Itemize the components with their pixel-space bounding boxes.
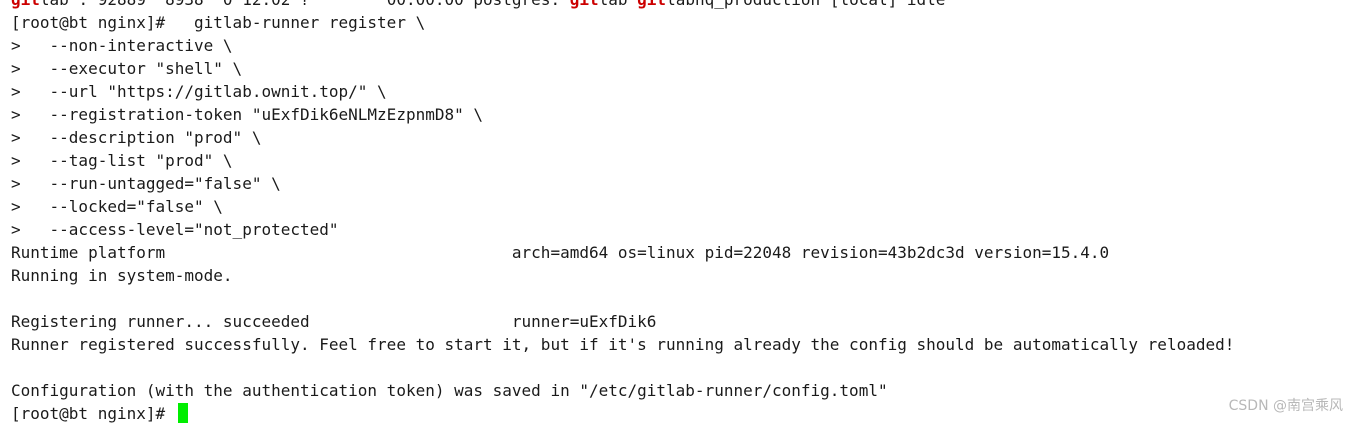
continuation-line: > --locked="false" \ bbox=[11, 197, 223, 216]
continuation-line: > --url "https://gitlab.ownit.top/" \ bbox=[11, 82, 387, 101]
output-line: Runtime platform arch=amd64 os=linux pid… bbox=[11, 243, 1110, 262]
terminal-output: gitlab : 92889 8938 0 12:02 ? 00:00:00 p… bbox=[11, 0, 1234, 423]
highlight-match: git bbox=[11, 0, 40, 9]
continuation-line: > --access-level="not_protected" bbox=[11, 220, 339, 239]
output-line: Configuration (with the authentication t… bbox=[11, 381, 888, 400]
continuation-line: > --registration-token "uExfDik6eNLMzEzp… bbox=[11, 105, 484, 124]
continuation-line: > --description "prod" \ bbox=[11, 128, 262, 147]
shell-prompt: [root@bt nginx]# bbox=[11, 404, 175, 423]
output-line: Runner registered successfully. Feel fre… bbox=[11, 335, 1235, 354]
prompt-line[interactable]: [root@bt nginx]# bbox=[11, 402, 1234, 423]
terminal-window[interactable]: gitlab : 92889 8938 0 12:02 ? 00:00:00 p… bbox=[0, 0, 1357, 423]
command-line: [root@bt nginx]# gitlab-runner register … bbox=[11, 13, 426, 32]
text-cursor bbox=[177, 403, 188, 423]
continuation-line: > --tag-list "prod" \ bbox=[11, 151, 233, 170]
continuation-line: > --run-untagged="false" \ bbox=[11, 174, 281, 193]
continuation-line: > --non-interactive \ bbox=[11, 36, 233, 55]
output-line: Registering runner... succeeded runner=u… bbox=[11, 312, 657, 331]
continuation-line: > --executor "shell" \ bbox=[11, 59, 243, 78]
partial-top-line: gitlab : 92889 8938 0 12:02 ? 00:00:00 p… bbox=[11, 0, 1234, 11]
highlight-match: git bbox=[570, 0, 599, 9]
highlight-match: git bbox=[637, 0, 666, 9]
output-line: Running in system-mode. bbox=[11, 266, 233, 285]
watermark: CSDN @南宫乘风 bbox=[1228, 398, 1343, 414]
